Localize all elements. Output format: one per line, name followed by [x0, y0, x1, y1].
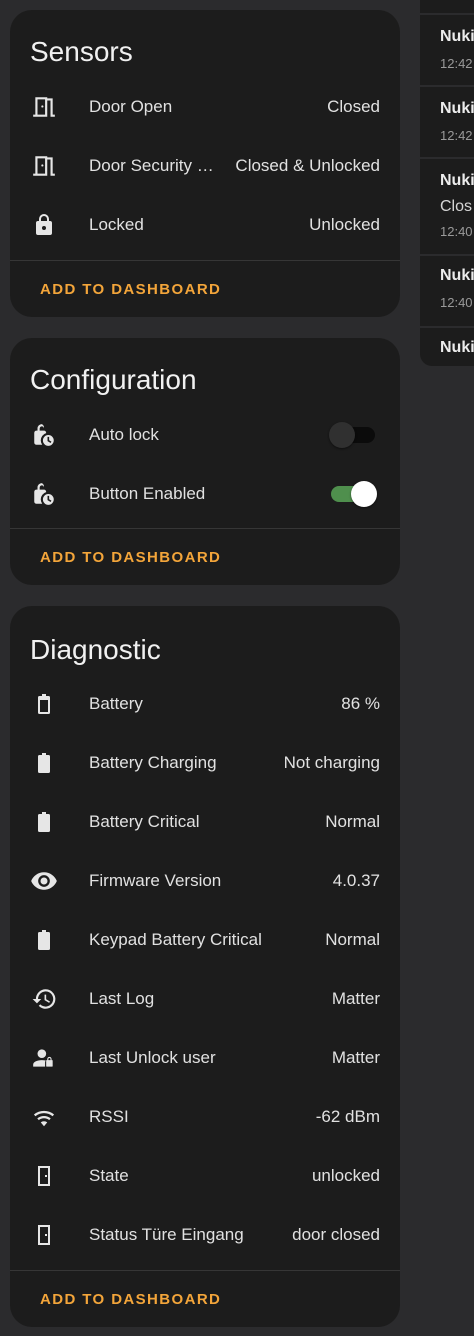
sensors-title: Sensors — [30, 36, 133, 67]
wifi-icon — [30, 1103, 58, 1131]
diag-value: -62 dBm — [315, 1107, 380, 1126]
card-divider — [10, 528, 400, 529]
diag-value: Not charging — [283, 753, 380, 772]
history-icon — [30, 985, 58, 1013]
sensor-value: Unlocked — [309, 215, 380, 234]
log-message: Clos — [440, 198, 473, 215]
diag-value: unlocked — [311, 1166, 380, 1185]
sensor-label: Door Open — [89, 97, 173, 116]
log-entity-name: Nuki — [440, 100, 474, 117]
diagnostic-card: Diagnostic Battery 86 % Battery Charging… — [10, 606, 400, 1327]
diag-label: Status Türe Eingang — [89, 1225, 244, 1244]
door-icon — [30, 93, 58, 121]
diag-label: Battery — [89, 694, 143, 713]
diag-value: Matter — [331, 1048, 380, 1067]
toggle-knob — [351, 481, 377, 507]
sensor-value: Closed — [327, 97, 380, 116]
configuration-title: Configuration — [30, 364, 197, 395]
diag-label: Last Log — [89, 989, 155, 1008]
log-time: 12:40 — [440, 224, 473, 239]
battery-icon — [30, 808, 58, 836]
battery-icon — [30, 690, 58, 718]
lock-icon — [30, 211, 58, 239]
diag-row-keypad-battery-critical[interactable]: Keypad Battery Critical Normal — [10, 912, 400, 968]
add-to-dashboard-button[interactable]: ADD TO DASHBOARD — [40, 1291, 221, 1308]
log-entity-name: Nuki — [440, 339, 474, 356]
config-label: Button Enabled — [89, 484, 206, 503]
diag-value: 86 % — [341, 694, 380, 713]
diag-row-last-unlock-user[interactable]: Last Unlock user Matter — [10, 1030, 400, 1086]
door-icon — [30, 152, 58, 180]
diag-label: RSSI — [89, 1107, 129, 1126]
configuration-card: Configuration Auto lock Button Enabled A… — [10, 338, 400, 585]
logbook-entry[interactable]: Nuki 12:40 — [420, 256, 474, 326]
add-to-dashboard-button[interactable]: ADD TO DASHBOARD — [40, 281, 221, 298]
sensor-row-locked[interactable]: Locked Unlocked — [10, 197, 400, 253]
toggle-knob — [329, 422, 355, 448]
sensor-label: Door Security St... — [89, 156, 225, 175]
logbook-entry[interactable]: Nuki 12:42 — [420, 15, 474, 85]
log-time: 12:42 — [440, 56, 473, 71]
logbook-entry[interactable]: Nuki — [420, 328, 474, 366]
auto-lock-toggle[interactable] — [329, 422, 375, 448]
diag-row-firmware-version[interactable]: Firmware Version 4.0.37 — [10, 853, 400, 909]
diag-row-state[interactable]: State unlocked — [10, 1148, 400, 1204]
diag-value: Normal — [325, 812, 380, 831]
logbook-panel: Nuki 12:42 Nuki 12:42 Nuki Clos 12:40 Nu… — [420, 0, 474, 366]
diag-label: Battery Critical — [89, 812, 200, 831]
diag-row-battery-charging[interactable]: Battery Charging Not charging — [10, 735, 400, 791]
sensor-value: Closed & Unlocked — [235, 156, 380, 175]
logbook-entry[interactable]: Nuki Clos 12:40 — [420, 159, 474, 254]
diag-value: door closed — [292, 1225, 380, 1244]
diag-row-last-log[interactable]: Last Log Matter — [10, 971, 400, 1027]
log-time: 12:40 — [440, 295, 473, 310]
log-entity-name: Nuki — [440, 28, 474, 45]
diag-value: Normal — [325, 930, 380, 949]
diag-label: Battery Charging — [89, 753, 217, 772]
diag-label: State — [89, 1166, 129, 1185]
diag-label: Last Unlock user — [89, 1048, 216, 1067]
diag-value: 4.0.37 — [332, 871, 380, 890]
config-label: Auto lock — [89, 425, 159, 444]
lock-clock-icon — [30, 421, 58, 449]
sensors-card: Sensors Door Open Closed Door Security S… — [10, 10, 400, 317]
log-entity-name: Nuki — [440, 172, 474, 189]
diag-row-battery[interactable]: Battery 86 % — [10, 676, 400, 732]
sensor-row-door-security-state[interactable]: Door Security St... Closed & Unlocked — [10, 138, 400, 194]
log-entity-name: Nuki — [440, 267, 474, 284]
diag-row-rssi[interactable]: RSSI -62 dBm — [10, 1089, 400, 1145]
button-enabled-toggle[interactable] — [331, 481, 377, 507]
logbook-entry[interactable]: Nuki 12:42 — [420, 87, 474, 157]
door-icon — [30, 1162, 58, 1190]
diag-value: Matter — [331, 989, 380, 1008]
diag-row-battery-critical[interactable]: Battery Critical Normal — [10, 794, 400, 850]
diag-label: Firmware Version — [89, 871, 222, 890]
diagnostic-title: Diagnostic — [30, 634, 161, 665]
lock-clock-icon — [30, 480, 58, 508]
add-to-dashboard-button[interactable]: ADD TO DASHBOARD — [40, 549, 221, 566]
diag-row-status-tuere-eingang[interactable]: Status Türe Eingang door closed — [10, 1207, 400, 1263]
battery-icon — [30, 749, 58, 777]
sensor-label: Locked — [89, 215, 144, 234]
log-time: 12:42 — [440, 128, 473, 143]
battery-icon — [30, 926, 58, 954]
account-lock-icon — [30, 1044, 58, 1072]
door-icon — [30, 1221, 58, 1249]
config-row-button-enabled[interactable]: Button Enabled — [10, 466, 400, 522]
card-divider — [10, 1270, 400, 1271]
sensor-row-door-open[interactable]: Door Open Closed — [10, 79, 400, 135]
eye-icon — [30, 867, 58, 895]
diag-label: Keypad Battery Critical — [89, 930, 262, 949]
card-divider — [10, 260, 400, 261]
config-row-auto-lock[interactable]: Auto lock — [10, 407, 400, 463]
